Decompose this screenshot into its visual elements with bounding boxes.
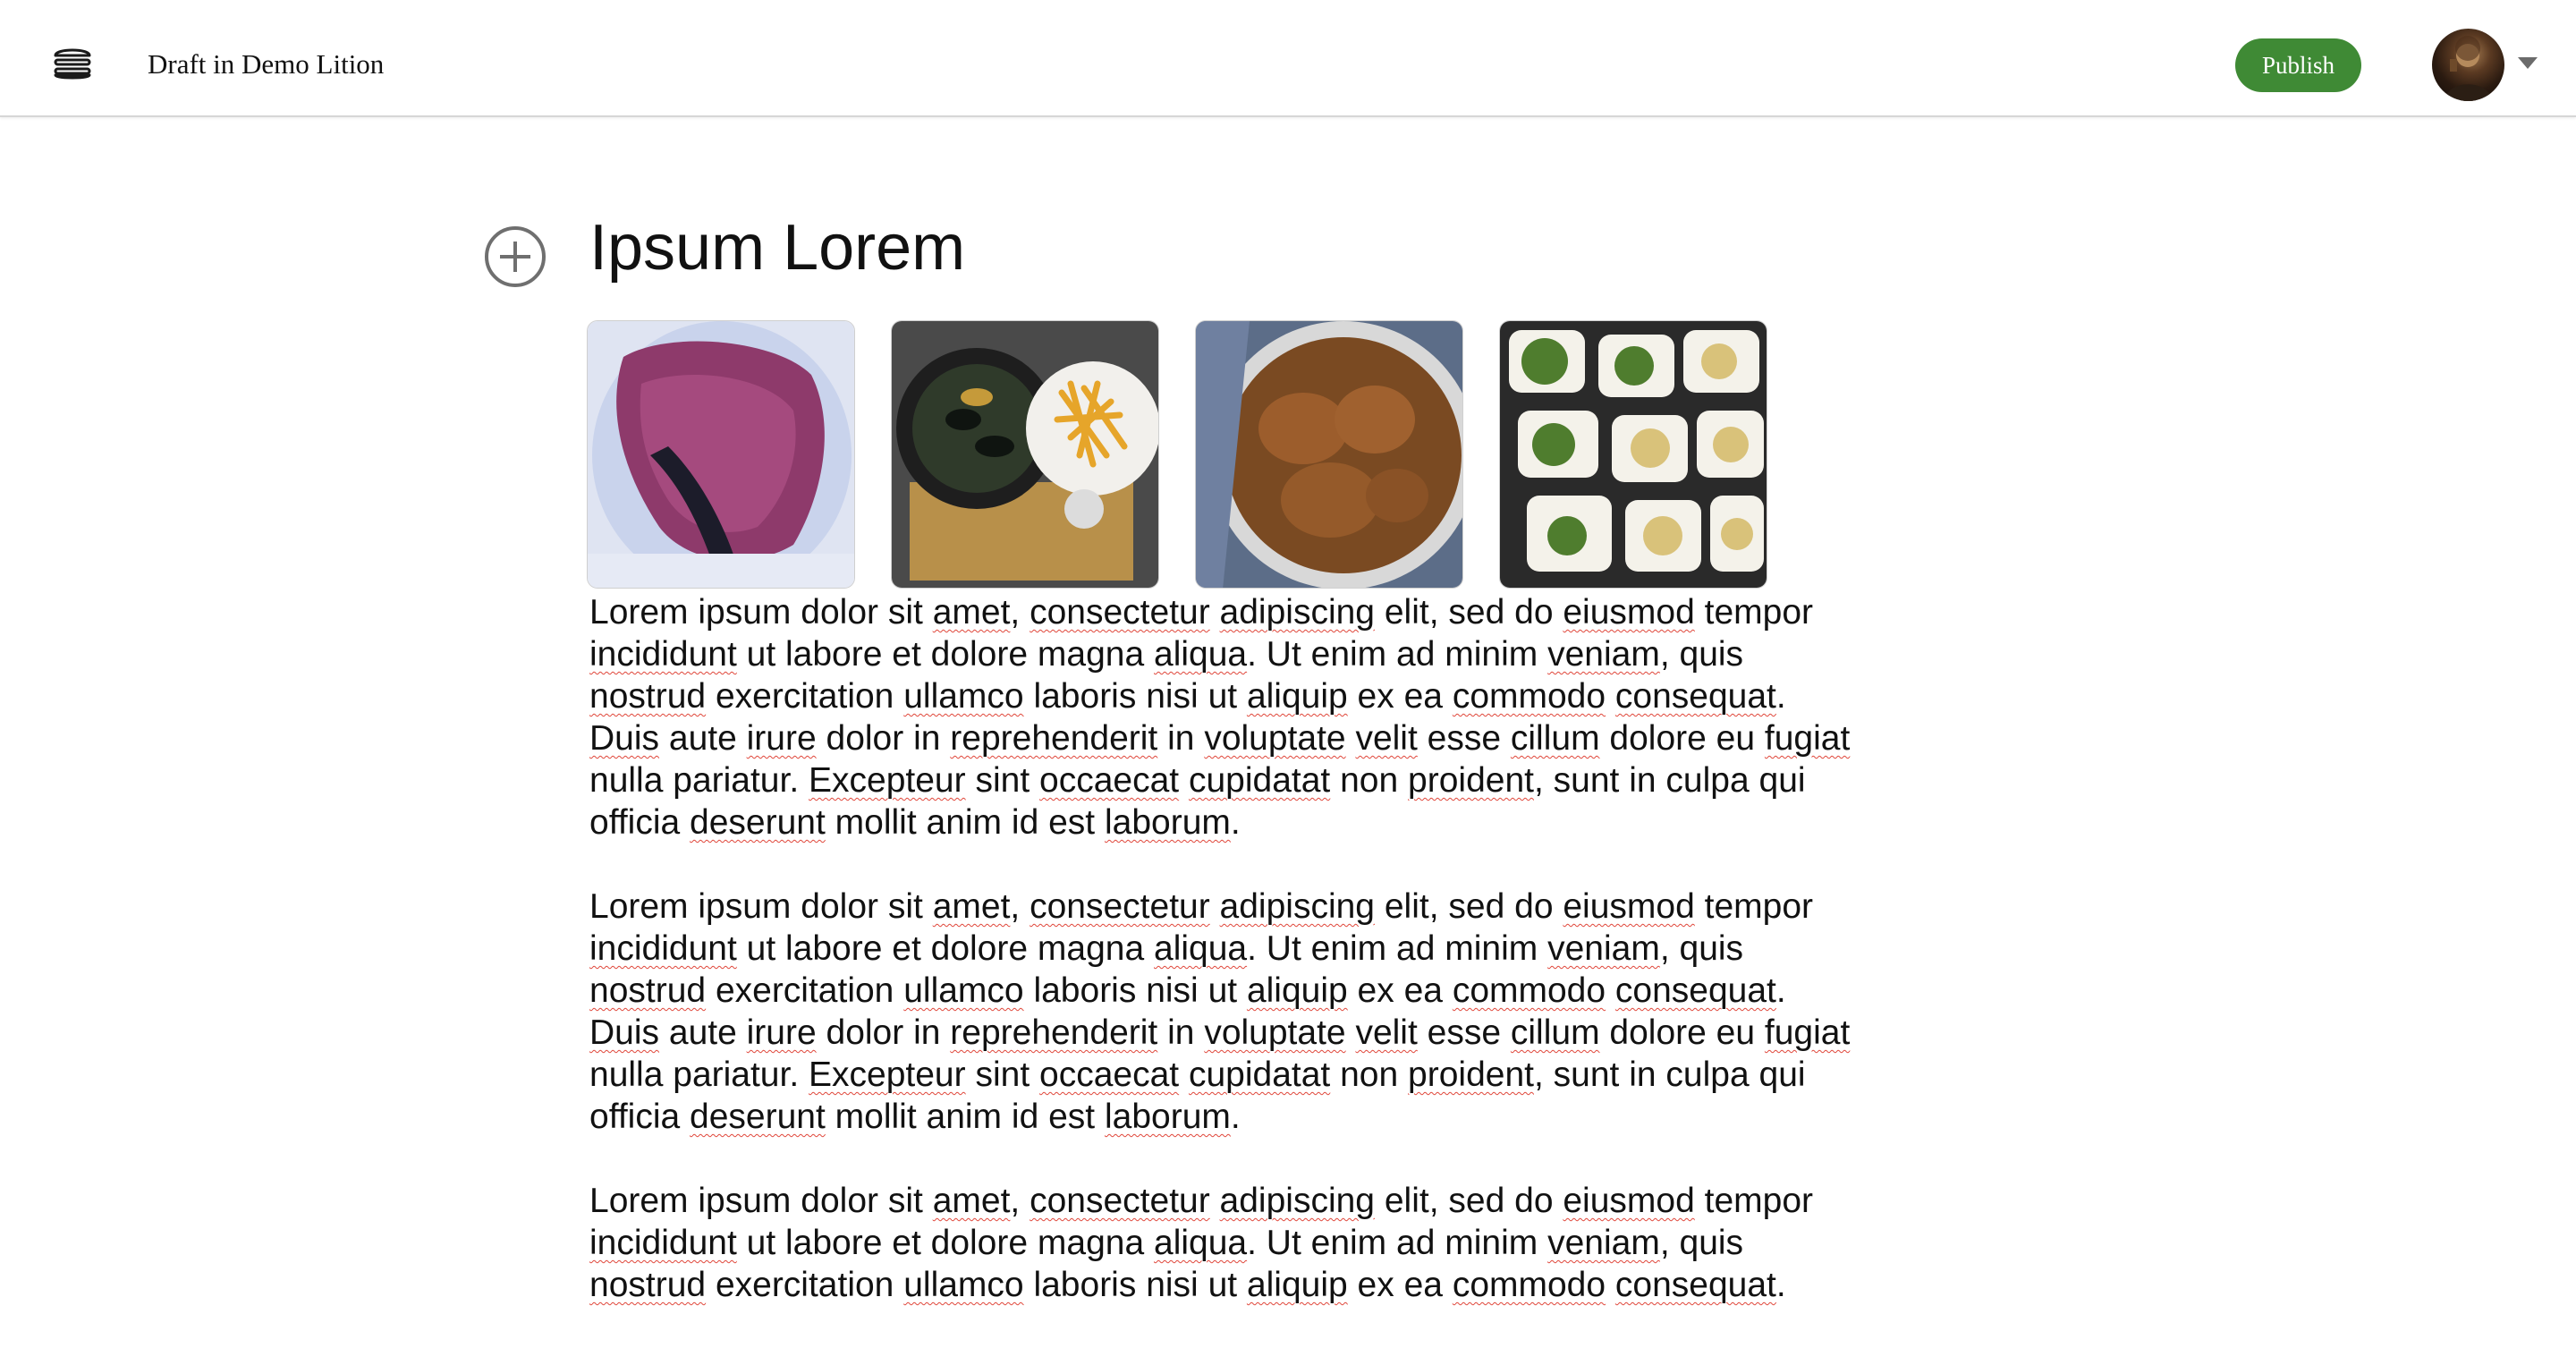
gallery-image-mezze[interactable] bbox=[1499, 320, 1767, 589]
paragraph[interactable]: Lorem ipsum dolor sit amet, consectetur … bbox=[589, 591, 1860, 844]
spellcheck-flagged-word[interactable]: amet bbox=[933, 887, 1011, 926]
spellcheck-flagged-word[interactable]: Excepteur bbox=[809, 1056, 966, 1094]
spellcheck-flagged-word[interactable]: nostrud bbox=[589, 971, 706, 1010]
post-body[interactable]: Lorem ipsum dolor sit amet, consectetur … bbox=[589, 591, 1860, 1348]
spellcheck-flagged-word[interactable]: eiusmod bbox=[1563, 593, 1694, 632]
top-bar: Draft in Demo Lition Publish bbox=[0, 0, 2576, 117]
spellcheck-flagged-word[interactable]: amet bbox=[933, 593, 1011, 632]
spellcheck-flagged-word[interactable]: fugiat bbox=[1765, 1013, 1850, 1052]
spellcheck-flagged-word[interactable]: Duis bbox=[589, 719, 659, 758]
spellcheck-flagged-word[interactable]: deserunt bbox=[690, 803, 826, 842]
gallery-image-stew[interactable] bbox=[1195, 320, 1463, 589]
spellcheck-flagged-word[interactable]: consectetur bbox=[1030, 1182, 1210, 1220]
spellcheck-flagged-word[interactable]: eiusmod bbox=[1563, 887, 1694, 926]
spellcheck-flagged-word[interactable]: consequat bbox=[1615, 971, 1776, 1010]
spellcheck-flagged-word[interactable]: deserunt bbox=[690, 1098, 826, 1136]
gallery-image-mussels[interactable] bbox=[891, 320, 1159, 589]
spellcheck-flagged-word[interactable]: consequat bbox=[1615, 677, 1776, 716]
user-avatar[interactable] bbox=[2432, 29, 2504, 101]
spellcheck-flagged-word[interactable]: adipiscing bbox=[1220, 887, 1375, 926]
spellcheck-flagged-word[interactable]: aliqua bbox=[1154, 929, 1247, 968]
spellcheck-flagged-word[interactable]: irure bbox=[747, 1013, 817, 1052]
post-heading[interactable]: Ipsum Lorem bbox=[589, 208, 965, 288]
spellcheck-flagged-word[interactable]: nostrud bbox=[589, 1266, 706, 1304]
spellcheck-flagged-word[interactable]: velit bbox=[1355, 719, 1417, 758]
spellcheck-flagged-word[interactable]: cupidatat bbox=[1189, 1056, 1330, 1094]
spellcheck-flagged-word[interactable]: proident bbox=[1408, 761, 1534, 800]
hamburger-stack-icon[interactable] bbox=[50, 43, 95, 81]
publish-button[interactable]: Publish bbox=[2235, 38, 2361, 92]
spellcheck-flagged-word[interactable]: laborum bbox=[1105, 1098, 1231, 1136]
spellcheck-flagged-word[interactable]: aliqua bbox=[1154, 1224, 1247, 1262]
spellcheck-flagged-word[interactable]: aliquip bbox=[1247, 1266, 1348, 1304]
spellcheck-flagged-word[interactable]: veniam bbox=[1547, 1224, 1660, 1262]
spellcheck-flagged-word[interactable]: ullamco bbox=[903, 971, 1023, 1010]
spellcheck-flagged-word[interactable]: adipiscing bbox=[1220, 1182, 1375, 1220]
paragraph[interactable]: Lorem ipsum dolor sit amet, consectetur … bbox=[589, 1180, 1860, 1306]
spellcheck-flagged-word[interactable]: proident bbox=[1408, 1056, 1534, 1094]
spellcheck-flagged-word[interactable]: occaecat bbox=[1039, 761, 1179, 800]
spellcheck-flagged-word[interactable]: incididunt bbox=[589, 929, 737, 968]
spellcheck-flagged-word[interactable]: fugiat bbox=[1765, 719, 1850, 758]
spellcheck-flagged-word[interactable]: consectetur bbox=[1030, 887, 1210, 926]
spellcheck-flagged-word[interactable]: laborum bbox=[1105, 803, 1231, 842]
spellcheck-flagged-word[interactable]: veniam bbox=[1547, 929, 1660, 968]
spellcheck-flagged-word[interactable]: aliquip bbox=[1247, 677, 1348, 716]
spellcheck-flagged-word[interactable]: voluptate bbox=[1204, 719, 1345, 758]
spellcheck-flagged-word[interactable]: cillum bbox=[1511, 719, 1600, 758]
spellcheck-flagged-word[interactable]: commodo bbox=[1453, 971, 1606, 1010]
paragraph[interactable]: Lorem ipsum dolor sit amet, consectetur … bbox=[589, 886, 1860, 1138]
spellcheck-flagged-word[interactable]: incididunt bbox=[589, 1224, 737, 1262]
spellcheck-flagged-word[interactable]: consequat bbox=[1615, 1266, 1776, 1304]
spellcheck-flagged-word[interactable]: commodo bbox=[1453, 1266, 1606, 1304]
spellcheck-flagged-word[interactable]: Duis bbox=[589, 1013, 659, 1052]
spellcheck-flagged-word[interactable]: reprehenderit bbox=[950, 719, 1157, 758]
document-title: Draft in Demo Lition bbox=[148, 48, 385, 80]
spellcheck-flagged-word[interactable]: aliqua bbox=[1154, 635, 1247, 674]
image-gallery bbox=[587, 320, 1767, 590]
spellcheck-flagged-word[interactable]: ullamco bbox=[903, 677, 1023, 716]
gallery-image-sorbet[interactable] bbox=[587, 320, 855, 589]
spellcheck-flagged-word[interactable]: commodo bbox=[1453, 677, 1606, 716]
spellcheck-flagged-word[interactable]: velit bbox=[1355, 1013, 1417, 1052]
spellcheck-flagged-word[interactable]: ullamco bbox=[903, 1266, 1023, 1304]
spellcheck-flagged-word[interactable]: incididunt bbox=[589, 635, 737, 674]
spellcheck-flagged-word[interactable]: cillum bbox=[1511, 1013, 1600, 1052]
spellcheck-flagged-word[interactable]: reprehenderit bbox=[950, 1013, 1157, 1052]
spellcheck-flagged-word[interactable]: adipiscing bbox=[1220, 593, 1375, 632]
plus-circle-icon[interactable] bbox=[484, 225, 547, 288]
spellcheck-flagged-word[interactable]: irure bbox=[747, 719, 817, 758]
spellcheck-flagged-word[interactable]: Excepteur bbox=[809, 761, 966, 800]
spellcheck-flagged-word[interactable]: voluptate bbox=[1204, 1013, 1345, 1052]
spellcheck-flagged-word[interactable]: nostrud bbox=[589, 677, 706, 716]
spellcheck-flagged-word[interactable]: cupidatat bbox=[1189, 761, 1330, 800]
spellcheck-flagged-word[interactable]: aliquip bbox=[1247, 971, 1348, 1010]
spellcheck-flagged-word[interactable]: consectetur bbox=[1030, 593, 1210, 632]
spellcheck-flagged-word[interactable]: veniam bbox=[1547, 635, 1660, 674]
caret-down-icon[interactable] bbox=[2518, 57, 2538, 69]
spellcheck-flagged-word[interactable]: occaecat bbox=[1039, 1056, 1179, 1094]
spellcheck-flagged-word[interactable]: eiusmod bbox=[1563, 1182, 1694, 1220]
spellcheck-flagged-word[interactable]: amet bbox=[933, 1182, 1011, 1220]
